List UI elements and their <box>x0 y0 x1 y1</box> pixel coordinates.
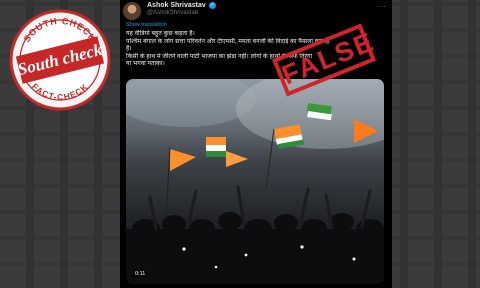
south-check-seal: SOUTH CHECK FACT-CHECK South check <box>9 9 111 111</box>
south-check-logo: SOUTH CHECK FACT-CHECK South check <box>8 8 112 112</box>
author-handle[interactable]: @AshokShrivasta6 <box>147 10 198 16</box>
crowd-video-frame <box>126 79 384 284</box>
video-timestamp: 0:11 <box>132 270 149 278</box>
video-player[interactable]: 0:11 <box>126 79 384 284</box>
more-options-icon[interactable]: ··· <box>376 2 387 11</box>
author-name[interactable]: Ashok Shrivastav <box>147 2 206 9</box>
tweet-header: Ashok Shrivastav ✓ @AshokShrivasta6 ··· <box>123 2 389 20</box>
show-translation-link[interactable]: Show translation <box>126 22 167 28</box>
avatar[interactable] <box>123 2 141 20</box>
verified-check-icon: ✓ <box>209 2 216 9</box>
